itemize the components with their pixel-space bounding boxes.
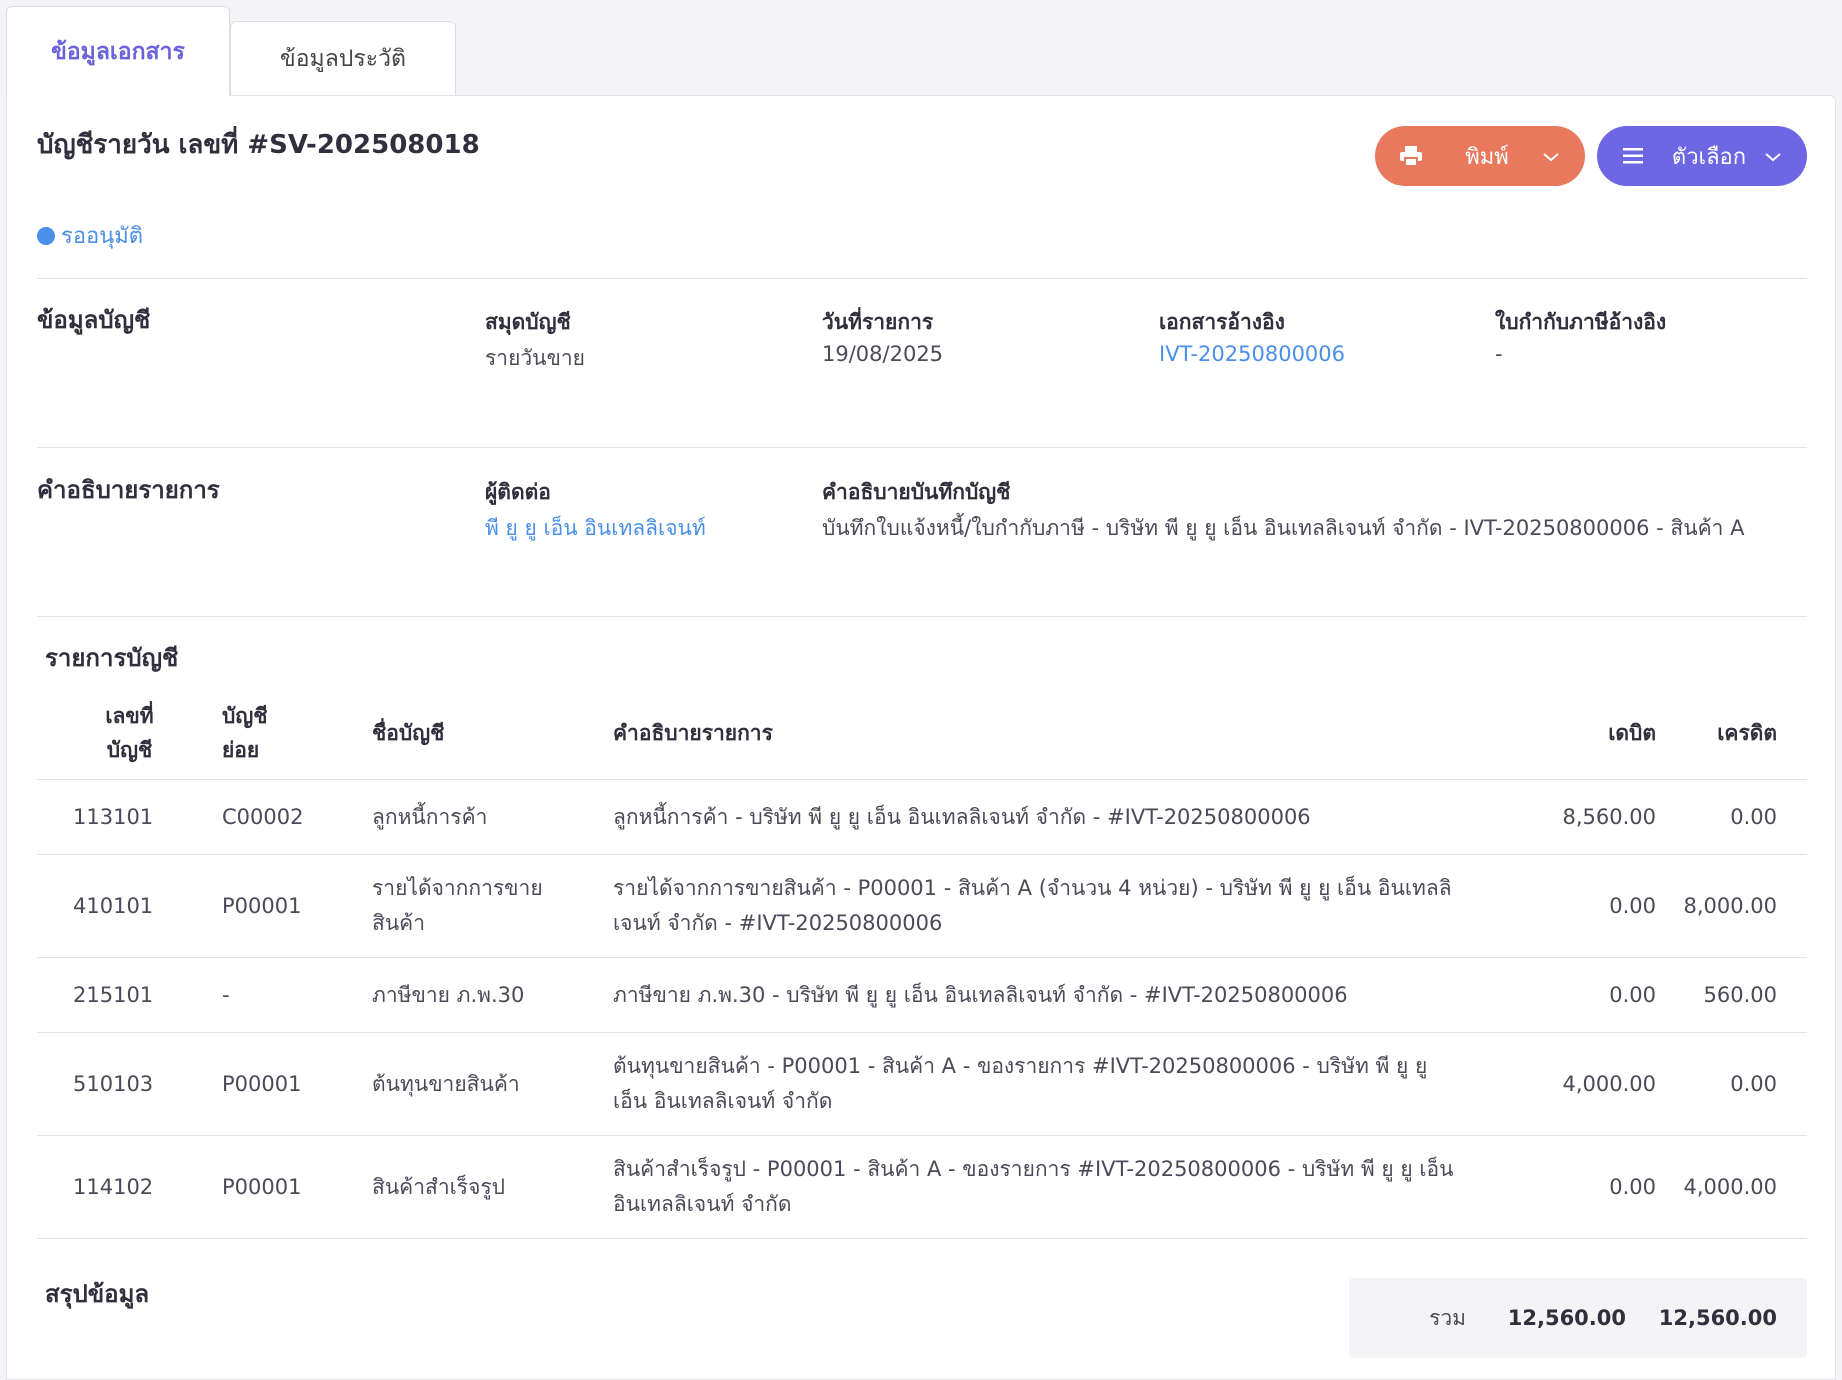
page-title: บัญชีรายวัน เลขที่ #SV-202508018 (37, 130, 480, 160)
debit-cell: 4,000.00 (1518, 1032, 1656, 1136)
chevron-down-icon (1541, 144, 1561, 169)
column-header-sub-account: บัญชี ย่อย (222, 686, 372, 780)
account-info-heading: ข้อมูลบัญชี (37, 306, 151, 334)
debit-cell: 0.00 (1518, 957, 1656, 1033)
description-cell: ต้นทุนขายสินค้า - P00001 - สินค้า A - ขอ… (613, 1032, 1518, 1136)
table-row: 215101 - ภาษีขาย ภ.พ.30 ภาษีขาย ภ.พ.30 -… (37, 957, 1807, 1033)
column-header-account-name: ชื่อบัญชี (372, 686, 613, 780)
journal-memo-label: คำอธิบายบันทึกบัญชี (822, 480, 1011, 504)
summary-heading: สรุปข้อมูล (45, 1280, 150, 1308)
print-label: พิมพ์ (1465, 144, 1509, 170)
description-cell: ลูกหนี้การค้า - บริษัท พี ยู ยู เอ็น อิน… (613, 779, 1518, 855)
ledger-table: เลขที่ บัญชี บัญชี ย่อย ชื่อบัญชี คำอธิบาย… (37, 686, 1807, 1239)
total-label: รวม (1429, 1305, 1466, 1330)
reference-tax-invoice-label: ใบกำกับภาษีอ้างอิง (1495, 310, 1667, 334)
divider (37, 447, 1807, 448)
credit-cell: 8,000.00 (1656, 854, 1807, 958)
account-name-cell: ลูกหนี้การค้า (372, 779, 613, 855)
account-no-cell: 510103 (37, 1032, 222, 1136)
journal-memo-value: บันทึกใบแจ้งหนี้/ใบกำกับภาษี - บริษัท พี… (822, 516, 1745, 540)
account-name-cell: ภาษีขาย ภ.พ.30 (372, 957, 613, 1033)
sub-account-cell: - (222, 957, 372, 1033)
table-header-row: เลขที่ บัญชี บัญชี ย่อย ชื่อบัญชี คำอธิบาย… (37, 686, 1807, 780)
transaction-date-label: วันที่รายการ (822, 310, 934, 334)
reference-document-label: เอกสารอ้างอิง (1159, 310, 1285, 334)
contact-link[interactable]: พี ยู ยู เอ็น อินเทลลิเจนท์ (485, 512, 706, 545)
table-row: 113101 C00002 ลูกหนี้การค้า ลูกหนี้การค้… (37, 779, 1807, 855)
account-no-cell: 114102 (37, 1135, 222, 1239)
table-row: 114102 P00001 สินค้าสำเร็จรูป สินค้าสำเร… (37, 1135, 1807, 1239)
table-row: 410101 P00001 รายได้จากการขาย สินค้า รายไ… (37, 854, 1807, 958)
description-cell: ภาษีขาย ภ.พ.30 - บริษัท พี ยู ยู เอ็น อิ… (613, 957, 1518, 1033)
transaction-date-value: 19/08/2025 (822, 342, 944, 366)
description-cell: รายได้จากการขายสินค้า - P00001 - สินค้า … (613, 854, 1518, 958)
credit-cell: 0.00 (1656, 779, 1807, 855)
credit-cell: 4,000.00 (1656, 1135, 1807, 1239)
tab-history-info[interactable]: ข้อมูลประวัติ (230, 21, 456, 96)
journal-label: สมุดบัญชี (485, 310, 571, 334)
status-badge: รออนุมัติ (37, 218, 143, 253)
debit-cell: 8,560.00 (1518, 779, 1656, 855)
status-dot-icon (37, 226, 55, 245)
printer-icon (1399, 146, 1423, 166)
account-no-cell: 113101 (37, 779, 222, 855)
debit-cell: 0.00 (1518, 854, 1656, 958)
sub-account-cell: P00001 (222, 854, 372, 958)
account-name-cell: ต้นทุนขายสินค้า (372, 1032, 613, 1136)
account-no-cell: 410101 (37, 854, 222, 958)
total-credit: 12,560.00 (1658, 1306, 1777, 1330)
account-name-cell: สินค้าสำเร็จรูป (372, 1135, 613, 1239)
sub-account-cell: C00002 (222, 779, 372, 855)
sub-account-cell: P00001 (222, 1032, 372, 1136)
chevron-down-icon (1763, 144, 1783, 169)
options-button[interactable]: ตัวเลือก (1597, 126, 1807, 186)
contact-label: ผู้ติดต่อ (485, 480, 551, 504)
tab-document-info[interactable]: ข้อมูลเอกสาร (6, 6, 230, 96)
divider (37, 616, 1807, 617)
description-heading: คำอธิบายรายการ (37, 476, 220, 504)
column-header-credit: เครดิต (1656, 686, 1807, 780)
account-no-cell: 215101 (37, 957, 222, 1033)
reference-document-link[interactable]: IVT-20250800006 (1159, 342, 1345, 366)
credit-cell: 0.00 (1656, 1032, 1807, 1136)
account-name-cell: รายได้จากการขาย สินค้า (372, 854, 613, 958)
reference-tax-invoice-value: - (1495, 342, 1503, 366)
journal-value: รายวันขาย (485, 346, 585, 370)
ledger-heading: รายการบัญชี (45, 644, 179, 672)
column-header-account-no: เลขที่ บัญชี (37, 686, 222, 780)
column-header-description: คำอธิบายรายการ (613, 686, 1518, 780)
table-row: 510103 P00001 ต้นทุนขายสินค้า ต้นทุนขายส… (37, 1032, 1807, 1136)
column-header-debit: เดบิต (1518, 686, 1656, 780)
menu-icon (1621, 147, 1645, 165)
description-cell: สินค้าสำเร็จรูป - P00001 - สินค้า A - ขอ… (613, 1135, 1518, 1239)
document-card: บัญชีรายวัน เลขที่ #SV-202508018 รออนุมั… (6, 95, 1836, 1380)
status-label: รออนุมัติ (61, 224, 144, 249)
print-button[interactable]: พิมพ์ (1375, 126, 1585, 186)
debit-cell: 0.00 (1518, 1135, 1656, 1239)
options-label: ตัวเลือก (1671, 144, 1747, 170)
sub-account-cell: P00001 (222, 1135, 372, 1239)
divider (37, 278, 1807, 279)
total-debit: 12,560.00 (1507, 1306, 1626, 1330)
credit-cell: 560.00 (1656, 957, 1807, 1033)
summary-total-box: รวม 12,560.00 12,560.00 (1349, 1278, 1807, 1358)
